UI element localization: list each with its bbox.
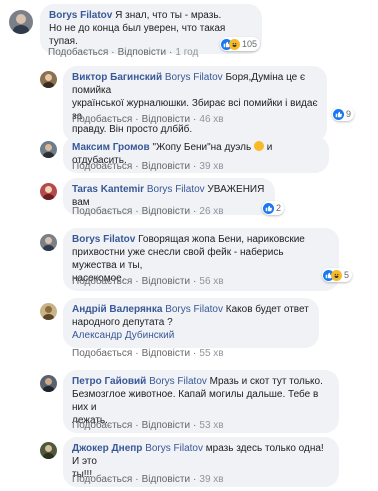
author-name[interactable]: Максим Громов xyxy=(72,142,150,153)
avatar[interactable] xyxy=(40,141,57,158)
like-link[interactable]: Подобається xyxy=(72,420,132,431)
mention-tag[interactable]: Borys Filatov xyxy=(165,72,223,83)
author-name[interactable]: Виктор Багинский xyxy=(72,72,162,83)
mention-tag[interactable]: Александр Дубинский xyxy=(72,329,310,342)
like-link[interactable]: Подобається xyxy=(72,161,132,172)
reactions-count[interactable]: 5 xyxy=(322,268,353,282)
reply-link[interactable]: Відповісти xyxy=(118,47,166,58)
reaction-number: 105 xyxy=(242,39,258,49)
mention-tag[interactable]: Borys Filatov xyxy=(149,376,207,387)
reactions-count[interactable]: 2 xyxy=(262,201,285,215)
reply-link[interactable]: Відповісти xyxy=(142,276,190,287)
reaction-number: 2 xyxy=(276,203,282,213)
timestamp[interactable]: 1 год xyxy=(175,47,198,58)
author-name[interactable]: Taras Kantemir xyxy=(72,184,144,195)
avatar[interactable] xyxy=(40,71,57,88)
comment-actions: Подобається · Відповісти · 1 год xyxy=(48,47,199,58)
haha-reaction-icon xyxy=(229,38,240,50)
mention-tag[interactable]: Borys Filatov xyxy=(165,304,223,315)
like-reaction-icon xyxy=(263,202,274,214)
comment-text: "Жопу Бени"на дуэль xyxy=(152,142,252,153)
reply-link[interactable]: Відповісти xyxy=(142,114,190,125)
like-link[interactable]: Подобається xyxy=(72,348,132,359)
avatar[interactable] xyxy=(40,183,57,200)
haha-reaction-icon xyxy=(331,269,342,281)
comment-text: народного депутата ? xyxy=(72,317,173,328)
author-name[interactable]: Петро Гайовий xyxy=(72,376,146,387)
author-name[interactable]: Джокер Днепр xyxy=(72,443,142,454)
comment-text: Говорящая жопа Бени, нариковские xyxy=(138,234,305,245)
avatar[interactable] xyxy=(40,375,57,392)
comment-actions: Подобається · Відповісти · 55 хв xyxy=(72,348,224,359)
avatar[interactable] xyxy=(9,10,33,34)
comment-bubble: Виктор Багинский Borys Filatov Боря,Думі… xyxy=(63,66,327,142)
like-reaction-icon xyxy=(333,108,344,120)
comment-bubble: Андрій Валерянка Borys Filatov Каков буд… xyxy=(63,298,319,348)
author-name[interactable]: Borys Filatov xyxy=(49,10,112,21)
reply-link[interactable]: Відповісти xyxy=(142,206,190,217)
smile-emoji-icon xyxy=(253,141,264,151)
like-link[interactable]: Подобається xyxy=(48,47,108,58)
comment-actions: Подобається · Відповісти · 39 хв xyxy=(72,161,224,172)
mention-tag[interactable]: Borys Filatov xyxy=(147,184,205,195)
comment-actions: Подобається · Відповісти · 39 хв xyxy=(72,474,224,485)
reaction-number: 9 xyxy=(346,109,352,119)
like-link[interactable]: Подобається xyxy=(72,114,132,125)
timestamp[interactable]: 56 хв xyxy=(199,276,223,287)
comment-actions: Подобається · Відповісти · 56 хв xyxy=(72,276,224,287)
avatar[interactable] xyxy=(40,442,57,459)
reply-link[interactable]: Відповісти xyxy=(142,420,190,431)
timestamp[interactable]: 39 хв xyxy=(199,161,223,172)
comment-actions: Подобається · Відповісти · 26 хв xyxy=(72,206,224,217)
like-link[interactable]: Подобається xyxy=(72,276,132,287)
comment-text: Я знал, что ты - мразь. xyxy=(115,10,222,21)
comment-actions: Подобається · Відповісти · 53 хв xyxy=(72,420,224,431)
reactions-count[interactable]: 105 xyxy=(220,37,261,51)
timestamp[interactable]: 39 хв xyxy=(199,474,223,485)
comment-actions: Подобається · Відповісти · 46 хв xyxy=(72,114,224,125)
timestamp[interactable]: 26 хв xyxy=(199,206,223,217)
reply-link[interactable]: Відповісти xyxy=(142,348,190,359)
reactions-count[interactable]: 9 xyxy=(332,107,355,121)
mention-tag[interactable]: Borys Filatov xyxy=(145,443,203,454)
reaction-number: 5 xyxy=(344,270,350,280)
like-link[interactable]: Подобається xyxy=(72,474,132,485)
timestamp[interactable]: 46 хв xyxy=(199,114,223,125)
like-link[interactable]: Подобається xyxy=(72,206,132,217)
timestamp[interactable]: 55 хв xyxy=(199,348,223,359)
comment-text: Мразь и скот тут только. xyxy=(206,376,323,387)
comment-text: прихвостни уже снесли свой фейк - набери… xyxy=(72,247,284,271)
comment-text: Каков будет ответ xyxy=(222,304,309,315)
timestamp[interactable]: 53 хв xyxy=(199,420,223,431)
comment-text: Безмозглое животное. Капай могилы дальше… xyxy=(72,389,319,413)
reply-link[interactable]: Відповісти xyxy=(142,161,190,172)
author-name[interactable]: Borys Filatov xyxy=(72,234,135,245)
avatar[interactable] xyxy=(40,234,57,251)
reply-link[interactable]: Відповісти xyxy=(142,474,190,485)
avatar[interactable] xyxy=(40,303,57,320)
author-name[interactable]: Андрій Валерянка xyxy=(72,304,162,315)
